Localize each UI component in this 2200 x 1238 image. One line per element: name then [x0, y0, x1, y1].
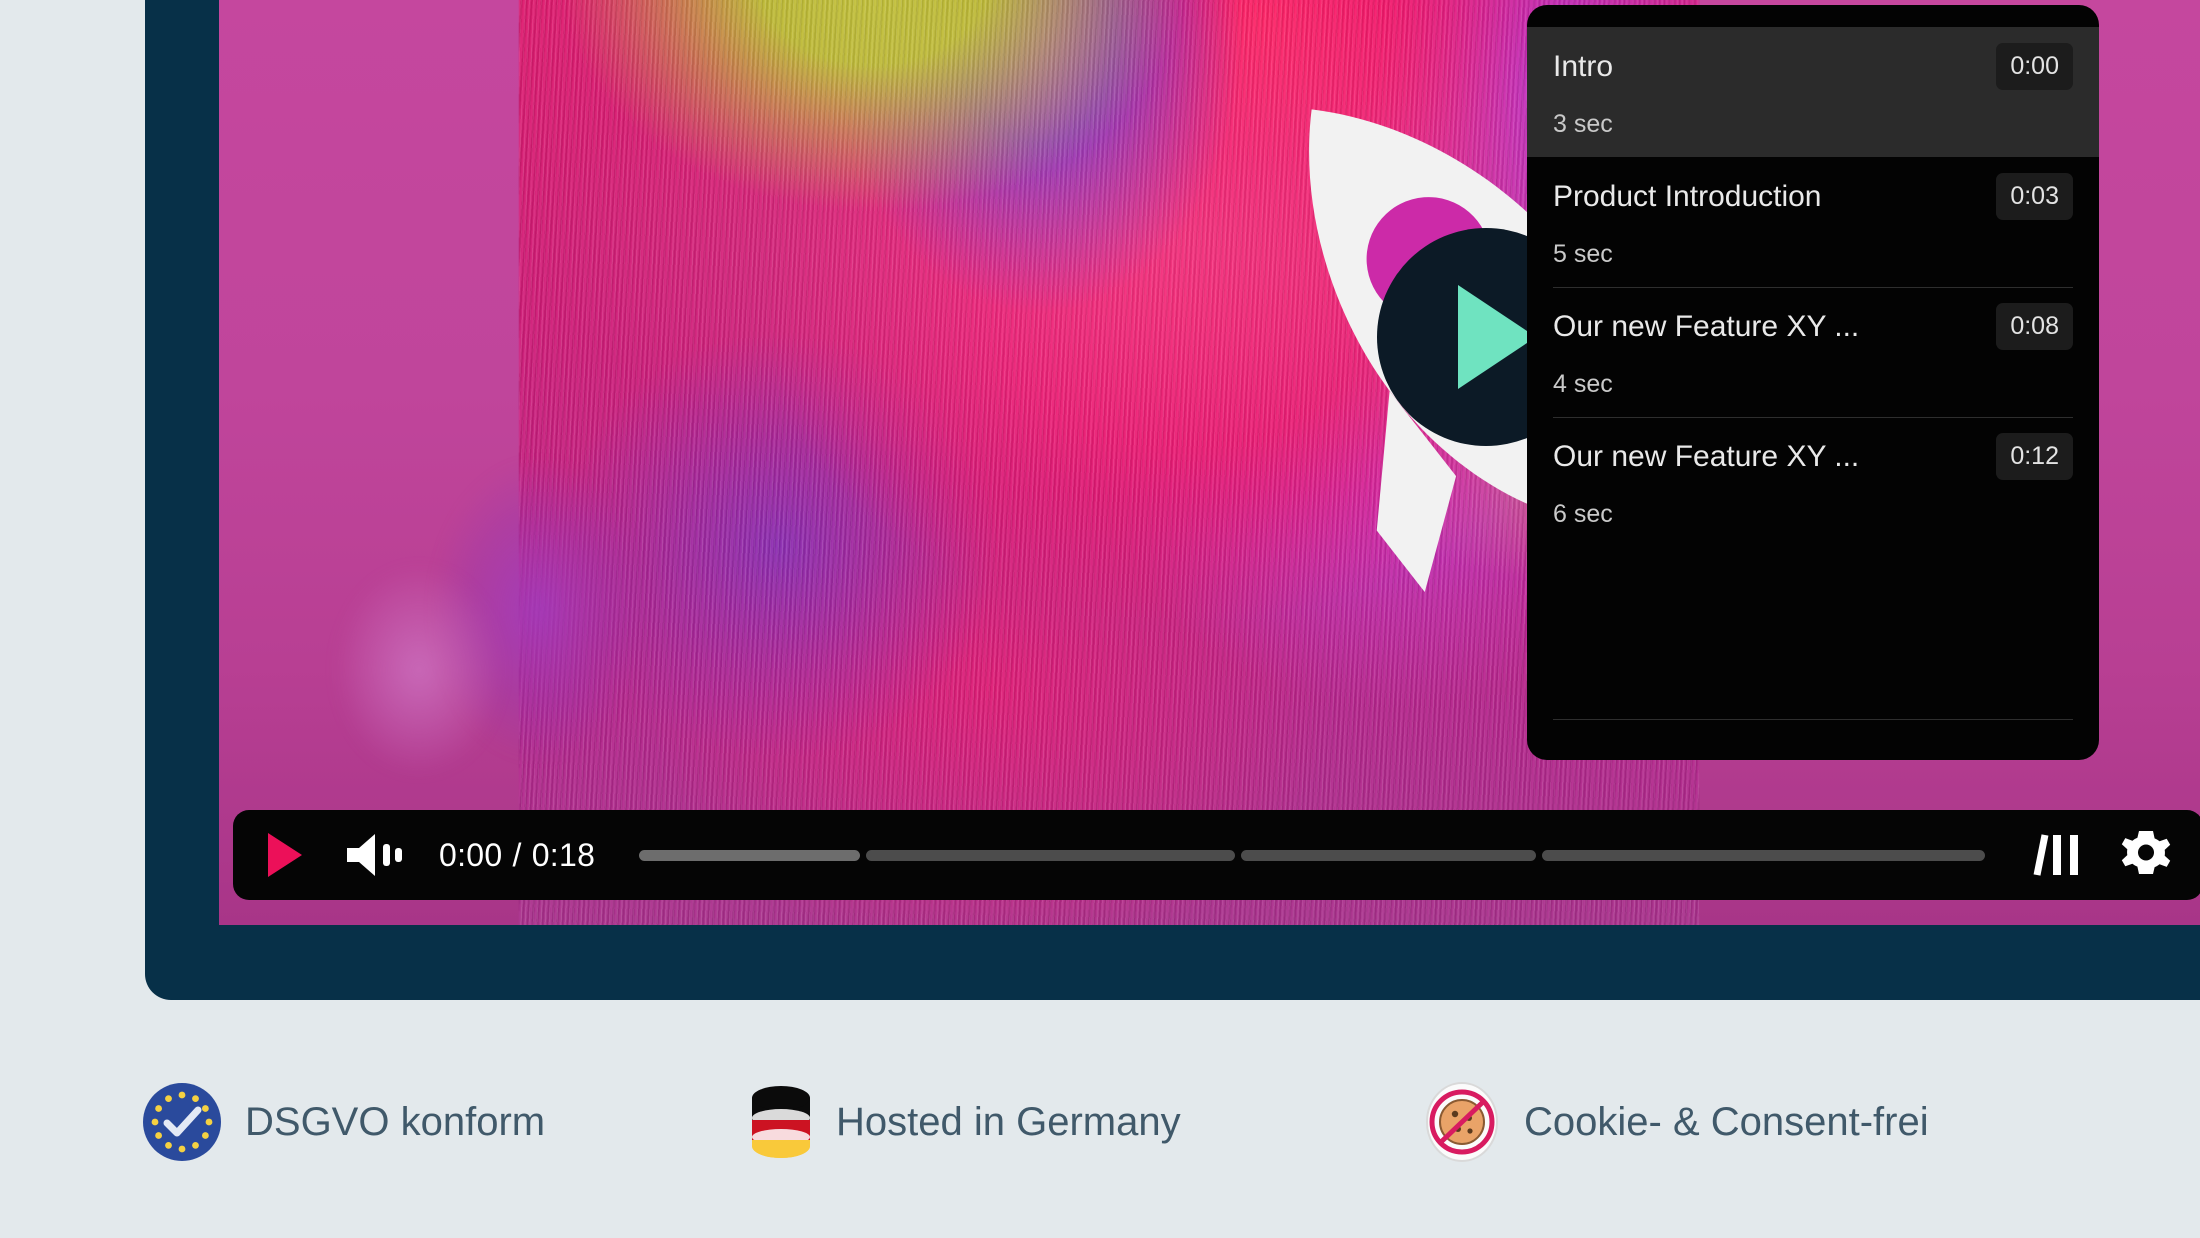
play-triangle-icon: [1458, 285, 1536, 389]
progress-segment-0[interactable]: [639, 849, 861, 861]
chapter-start-time: 0:00: [1996, 43, 2073, 90]
chapters-bars-icon: [2033, 834, 2078, 876]
chapter-item-0[interactable]: Intro 0:00 3 sec: [1527, 27, 2099, 157]
chapter-list-panel[interactable]: Intro 0:00 3 sec Product Introduction 0:…: [1527, 5, 2099, 760]
eu-flag-check-icon: [143, 1083, 221, 1161]
badge-label: Hosted in Germany: [836, 1099, 1181, 1144]
chapter-title: Our new Feature XY ...: [1553, 440, 1860, 473]
progress-segment-3[interactable]: [1542, 849, 1986, 861]
progress-segment-1[interactable]: [866, 849, 1236, 861]
chapter-title: Our new Feature XY ...: [1553, 310, 1860, 343]
play-button[interactable]: [255, 825, 315, 885]
chapter-start-time: 0:08: [1996, 303, 2073, 350]
chapter-item-3[interactable]: Our new Feature XY ... 0:12 6 sec: [1527, 417, 2099, 547]
time-separator: /: [512, 836, 522, 873]
chapter-duration: 5 sec: [1553, 240, 1613, 268]
trust-badge-row: DSGVO konform Hosted in Germany Cookie- …: [0, 1042, 2200, 1202]
duration: 0:18: [531, 836, 596, 873]
chapters-button[interactable]: [2023, 827, 2093, 883]
screen-root: Intro 0:00 3 sec Product Introduction 0:…: [0, 0, 2200, 1238]
chapter-title: Intro: [1553, 50, 1614, 83]
badge-label: DSGVO konform: [245, 1099, 546, 1144]
chapter-start-time: 0:03: [1996, 173, 2073, 220]
badge-cookie: Cookie- & Consent-frei: [1424, 1081, 1929, 1163]
progress-bar[interactable]: [639, 848, 1986, 862]
chapter-item-2[interactable]: Our new Feature XY ... 0:08 4 sec: [1527, 287, 2099, 417]
settings-button[interactable]: [2115, 824, 2177, 886]
player-control-bar: 0:00/0:18: [233, 810, 2200, 900]
badge-hosting: Hosted in Germany: [750, 1082, 1181, 1162]
volume-button[interactable]: [343, 827, 407, 883]
chapter-start-time: 0:12: [1996, 433, 2073, 480]
chapter-duration: 4 sec: [1553, 370, 1613, 398]
current-time: 0:00: [439, 836, 503, 873]
badge-dsgvo: DSGVO konform: [143, 1083, 545, 1161]
no-cookie-icon: [1426, 1082, 1498, 1162]
play-triangle-icon: [268, 833, 302, 877]
progress-segment-2[interactable]: [1241, 849, 1537, 861]
gear-icon: [2121, 831, 2171, 874]
chapter-title: Product Introduction: [1553, 180, 1822, 213]
time-display: 0:00/0:18: [439, 837, 595, 874]
badge-label: Cookie- & Consent-frei: [1524, 1099, 1929, 1144]
german-flag-database-icon: [752, 1086, 810, 1158]
chapter-duration: 6 sec: [1553, 500, 1613, 528]
chapter-duration: 3 sec: [1553, 110, 1613, 138]
chapter-item-1[interactable]: Product Introduction 0:03 5 sec: [1527, 157, 2099, 287]
speaker-wave-icon: [347, 834, 402, 876]
chapter-list-divider: [1553, 719, 2073, 720]
